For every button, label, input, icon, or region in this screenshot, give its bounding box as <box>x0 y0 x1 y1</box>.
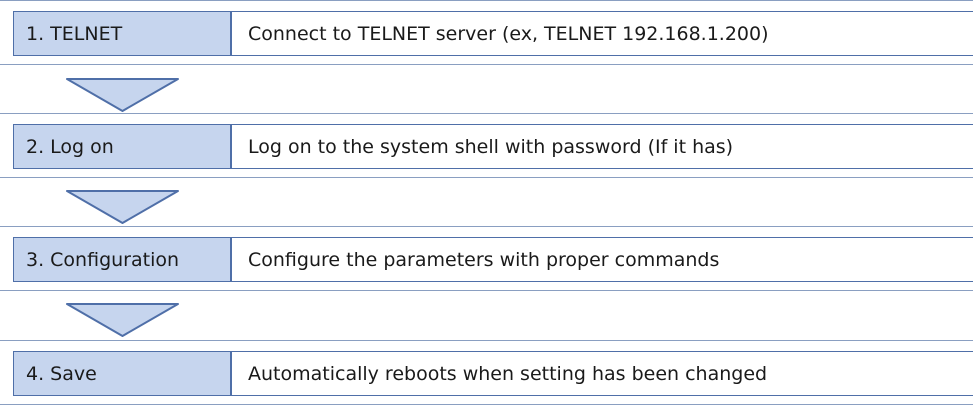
down-arrow-icon <box>66 78 179 112</box>
step-description: Connect to TELNET server (ex, TELNET 192… <box>231 11 973 56</box>
step-description: Log on to the system shell with password… <box>231 124 973 169</box>
step-save: 4. Save Automatically reboots when setti… <box>0 340 973 405</box>
down-arrow-icon <box>66 190 179 224</box>
step-configuration: 3. Configuration Configure the parameter… <box>0 226 973 291</box>
down-arrow-icon <box>66 303 179 337</box>
step-label: 2. Log on <box>13 124 231 169</box>
step-description: Automatically reboots when setting has b… <box>231 351 973 396</box>
step-log-on: 2. Log on Log on to the system shell wit… <box>0 113 973 178</box>
step-telnet: 1. TELNET Connect to TELNET server (ex, … <box>0 0 973 65</box>
step-label: 4. Save <box>13 351 231 396</box>
step-description: Configure the parameters with proper com… <box>231 237 973 282</box>
step-label: 1. TELNET <box>13 11 231 56</box>
step-label: 3. Configuration <box>13 237 231 282</box>
